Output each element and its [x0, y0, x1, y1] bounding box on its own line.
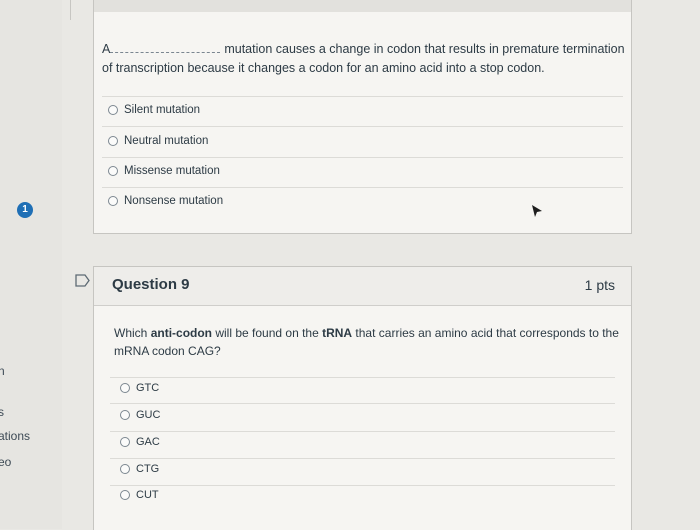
radio-button[interactable]: [108, 105, 118, 115]
answer-label: CTG: [136, 463, 160, 475]
answer-label: Missense mutation: [124, 165, 220, 177]
answer-label: GTC: [136, 382, 160, 394]
question-text-bold: tRNA: [322, 326, 353, 340]
radio-button[interactable]: [108, 196, 118, 206]
divider: [102, 157, 623, 158]
nav-fragment-1[interactable]: n: [0, 364, 5, 378]
question-text-bold: anti-codon: [150, 326, 213, 340]
answer-label: Nonsense mutation: [124, 195, 224, 207]
answer-label: GUC: [136, 409, 161, 421]
divider: [102, 96, 623, 97]
fill-in-blank: [110, 42, 221, 53]
answer-option[interactable]: Silent mutation: [108, 101, 200, 119]
answer-option[interactable]: Missense mutation: [108, 162, 220, 180]
answer-option[interactable]: GUC: [120, 406, 160, 424]
question-9-header: Question 9 1 pts: [94, 267, 631, 306]
divider: [102, 126, 623, 127]
answer-option[interactable]: CTG: [120, 460, 159, 478]
answer-option[interactable]: CUT: [120, 486, 159, 504]
radio-button[interactable]: [120, 437, 130, 447]
question-9-text: Which anti-codon will be found on the tR…: [114, 324, 619, 360]
divider: [110, 403, 615, 404]
notification-badge[interactable]: 1: [17, 202, 33, 218]
question-8-header-strip: [93, 0, 632, 12]
question-9-card: Question 9 1 pts Which anti-codon will b…: [93, 266, 632, 530]
radio-button[interactable]: [108, 136, 118, 146]
radio-button[interactable]: [120, 490, 130, 500]
course-nav-sidebar: n s ations eo 1: [0, 0, 62, 529]
radio-button[interactable]: [108, 166, 118, 176]
divider: [110, 485, 615, 486]
question-8-prefix: A: [102, 42, 111, 56]
answer-option[interactable]: Nonsense mutation: [108, 192, 223, 210]
answer-label: Silent mutation: [124, 104, 201, 116]
divider: [110, 377, 615, 378]
flag-question-icon[interactable]: [75, 274, 91, 287]
answer-label: GAC: [136, 436, 160, 448]
divider: [110, 431, 615, 432]
answer-label: CUT: [136, 489, 159, 501]
mouse-cursor-icon: [532, 205, 542, 217]
question-points: 1 pts: [584, 277, 615, 293]
answer-option[interactable]: GTC: [120, 379, 159, 397]
nav-fragment-3[interactable]: ations: [0, 429, 30, 443]
nav-fragment-4[interactable]: eo: [0, 455, 11, 469]
nav-fragment-2[interactable]: s: [0, 405, 4, 419]
answer-option[interactable]: Neutral mutation: [108, 132, 208, 150]
answer-option[interactable]: GAC: [120, 433, 160, 451]
radio-button[interactable]: [120, 410, 130, 420]
question-title: Question 9: [112, 276, 190, 293]
answer-label: Neutral mutation: [124, 135, 209, 147]
divider: [110, 458, 615, 459]
question-text-part: Which: [114, 326, 151, 340]
radio-button[interactable]: [120, 464, 130, 474]
gutter-line: [70, 0, 71, 20]
divider: [102, 187, 623, 188]
question-text-part: will be found on the: [212, 326, 323, 340]
question-8-text: Amutation causes a change in codon that …: [102, 40, 632, 78]
question-8-card: Amutation causes a change in codon that …: [93, 12, 632, 234]
radio-button[interactable]: [120, 383, 130, 393]
